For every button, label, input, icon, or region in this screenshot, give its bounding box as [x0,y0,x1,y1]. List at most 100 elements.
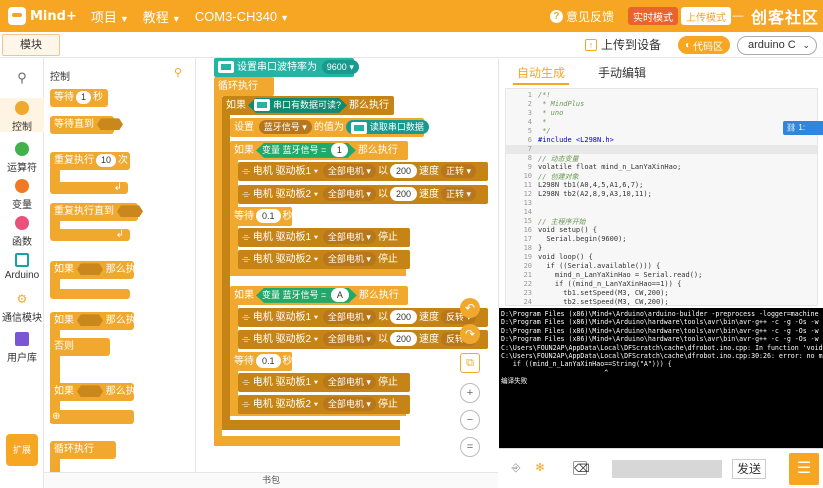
realtime-mode-button[interactable]: 实时模式 [627,7,678,25]
palette-wait-block[interactable]: 等待 1 秒 [50,89,108,107]
baud-dropdown[interactable]: 9600 ▾ [321,60,359,75]
direction-dropdown[interactable]: 正转 ▾ [440,164,477,179]
palette-if-multi-block[interactable]: 如果 那么执行 [50,383,146,401]
sidebar-item-variables[interactable]: 变量 [0,179,44,211]
sidebar-item-communication[interactable]: ⚙ 通信模块 [0,292,44,324]
if-equals-a-block[interactable]: 如果 变量 蓝牙信号 = A 那么执行 [230,286,408,305]
speed-input[interactable]: 200 [389,332,417,347]
board-select[interactable]: arduino C ⌄ [737,36,817,55]
motor-forward-block-1[interactable]: ⌯ 电机 驱动板1 ▾ 全部电机 ▾ 以 200 速度 正转 ▾ [238,162,488,181]
code-workspace[interactable]: 设置串口波特率为 9600 ▾ 循环执行 如果 串口有数据可读? 那么执行 设置 蓝… [196,58,498,472]
condition-op: = [321,289,327,300]
wait-input[interactable]: 0.1 [256,354,281,369]
boolean-slot [117,205,143,218]
palette-repeat-until-block[interactable]: 重复执行直到 [50,203,143,221]
block-label: 驱动板2 [275,189,312,200]
equals-condition[interactable]: 变量 蓝牙信号 = 1 [256,142,356,158]
motor-reverse-block-1[interactable]: ⌯ 电机 驱动板1 ▾ 全部电机 ▾以200速度反转 ▾ [238,308,488,327]
floating-link-button[interactable]: ⛓ 1: [783,121,823,135]
redo-icon[interactable]: ↷ [460,324,480,344]
motor-dropdown[interactable]: 全部电机 ▾ [322,252,376,267]
condition-value[interactable]: 1 [330,143,348,158]
block-label: 等待直到 [54,119,94,130]
motor-dropdown[interactable]: 全部电机 ▾ [322,310,376,325]
motor-value: 全部电机 [327,377,364,388]
backpack-bar[interactable]: 书包 [44,472,498,488]
menu-tutorial[interactable]: 教程 ▼ [143,7,181,26]
if-equals-1-block[interactable]: 如果 变量 蓝牙信号 = 1 那么执行 [230,141,408,160]
block-label: 循环执行 [218,81,258,92]
set-variable-block[interactable]: 设置 蓝牙信号 ▾ 的值为 读取串口数据 [230,118,429,137]
variable-dropdown[interactable]: 蓝牙信号 ▾ [258,120,312,135]
feedback-button[interactable]: ? 意见反馈 [549,8,614,25]
motor-stop-block-2[interactable]: ⌯ 电机 驱动板2 ▾ 全部电机 ▾ 停止 [238,250,410,269]
sidebar-item-operators[interactable]: 运算符 [0,142,44,174]
motor-stop-block-3[interactable]: ⌯ 电机 驱动板1 ▾ 全部电机 ▾ 停止 [238,373,410,392]
motor-dropdown[interactable]: 全部电机 ▾ [322,230,376,245]
maker-community-brand[interactable]: 创客社区 [751,4,819,28]
speed-input[interactable]: 200 [389,310,417,325]
code-editor[interactable]: 1 /*! 2 * MindPlus 3 * uno 4 * 5 */ 6 #include … [505,88,818,306]
motor-reverse-block-2[interactable]: ⌯ 电机 驱动板2 ▾ 全部电机 ▾以200速度反转 ▾ [238,330,488,349]
clear-output-icon[interactable]: ⌫ [573,461,590,475]
equals-a-condition[interactable]: 变量 蓝牙信号 = A [256,287,357,303]
pin-icon[interactable]: ⚲ [174,66,182,79]
speed-input[interactable]: 200 [389,164,417,179]
zoom-reset-icon[interactable]: = [460,437,480,457]
motor-dropdown[interactable]: 全部电机 ▾ [322,187,376,202]
usb-icon[interactable]: ⎆ [509,461,523,475]
line-number: 13 [523,199,532,207]
loop-forever-block[interactable]: 循环执行 [214,77,274,96]
upload-mode-button[interactable]: 上传模式 [680,7,731,25]
zoom-in-icon[interactable]: + [460,383,480,403]
app-logo[interactable]: Mind+ [8,7,77,25]
sidebar-item-control[interactable]: 控制 [0,98,44,133]
add-icon[interactable]: ⊕ [52,408,60,426]
palette-if-else-block[interactable]: 如果 那么执行 [50,312,146,330]
sidebar-item-user-library[interactable]: 用户库 [0,332,44,364]
motor-dropdown[interactable]: 全部电机 ▾ [322,332,376,347]
motor-dropdown[interactable]: 全部电机 ▾ [322,375,376,390]
tab-auto-generate[interactable]: 自动生成 [513,61,569,85]
serial-available-condition[interactable]: 串口有数据可读? [248,97,348,113]
screenshot-icon[interactable]: ⧉ [460,353,480,373]
wait-input[interactable]: 0.1 [256,209,281,224]
motor-stop-block-4[interactable]: ⌯ 电机 驱动板2 ▾ 全部电机 ▾ 停止 [238,395,410,414]
palette-wait-until-block[interactable]: 等待直到 [50,116,123,134]
sidebar-item-functions[interactable]: 函数 [0,216,44,248]
palette-repeat-block[interactable]: 重复执行 10 次 [50,152,130,170]
console-line: if ((mind_n_LanYaXinHao==String("A"))) { [501,360,672,369]
menu-project[interactable]: 项目 ▼ [91,7,129,26]
code-area-toggle[interactable]: ◐ 代码区 [678,36,730,54]
direction-dropdown[interactable]: 正转 ▾ [440,187,477,202]
motor-stop-block-1[interactable]: ⌯ 电机 驱动板1 ▾ 全部电机 ▾ 停止 [238,228,410,247]
wait-block-2[interactable]: 等待 0.1 秒 [230,352,293,371]
zoom-out-icon[interactable]: − [460,410,480,430]
sidebar-item-arduino[interactable]: Arduino [0,253,44,281]
upload-to-device-button[interactable]: ↑ 上传到设备 [585,36,661,53]
minimize-button[interactable]: — [731,9,745,23]
read-serial-reporter[interactable]: 读取串口数据 [345,120,429,135]
motor-dropdown[interactable]: 全部电机 ▾ [322,164,376,179]
send-button[interactable]: 发送 [732,459,766,479]
menu-port[interactable]: COM3-CH340 ▼ [195,9,289,24]
speed-input[interactable]: 200 [389,187,417,202]
if-serial-available-block[interactable]: 如果 串口有数据可读? 那么执行 [222,96,394,115]
code-line: if ((Serial.available())) { [538,262,661,270]
undo-icon[interactable]: ↶ [460,298,480,318]
motor-forward-block-2[interactable]: ⌯ 电机 驱动板2 ▾ 全部电机 ▾ 以 200 速度 正转 ▾ [238,185,488,204]
tab-modules[interactable]: 模块 [2,34,60,56]
condition-value[interactable]: A [330,288,349,303]
extensions-button[interactable]: 扩展 [6,434,38,466]
tab-manual-edit[interactable]: 手动编辑 [591,61,653,85]
palette-if-block[interactable]: 如果 那么执行 [50,261,146,279]
search-button[interactable]: ⚲ [0,70,44,86]
app-logo-text: Mind+ [30,8,77,24]
wait-block-1[interactable]: 等待 0.1 秒 [230,207,293,226]
serial-send-input[interactable] [612,460,722,478]
motor-dropdown[interactable]: 全部电机 ▾ [322,397,376,412]
set-baud-block[interactable]: 设置串口波特率为 9600 ▾ [214,58,359,77]
line-number: 6 [527,136,532,144]
menu-lines-icon[interactable]: ☰ [789,453,819,485]
bluetooth-icon[interactable]: ✻ [533,461,547,475]
